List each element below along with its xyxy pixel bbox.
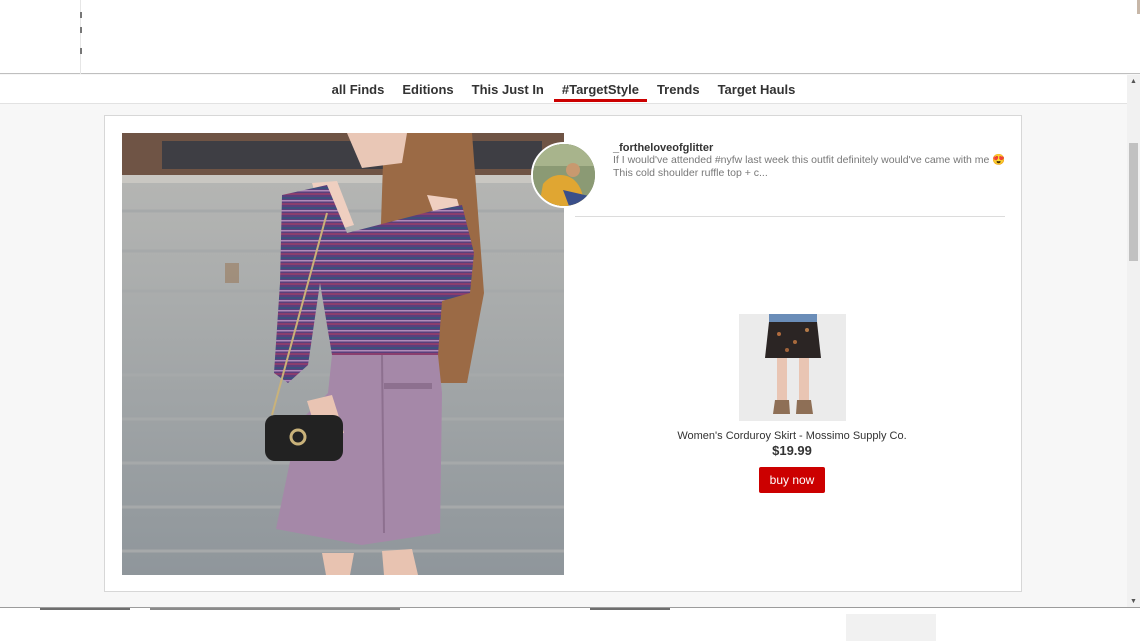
product-price: $19.99	[772, 443, 812, 458]
strip-line	[40, 608, 130, 610]
user-avatar[interactable]	[531, 142, 597, 208]
post-username[interactable]: _fortheloveofglitter	[613, 142, 713, 154]
tab-target-style[interactable]: #TargetStyle	[553, 75, 648, 103]
strip-panel	[846, 614, 936, 641]
tab-editions[interactable]: Editions	[394, 75, 461, 103]
header-tick-mark	[80, 27, 82, 33]
post-card: _fortheloveofglitter If I would've atten…	[104, 115, 1022, 592]
page-scrollbar[interactable]: ▲ ▼	[1127, 75, 1140, 608]
header-tick-mark	[80, 12, 82, 18]
scrollbar-thumb[interactable]	[1129, 143, 1138, 261]
tab-label: #TargetStyle	[561, 81, 639, 97]
product-image[interactable]	[738, 314, 846, 421]
tab-label: Editions	[402, 81, 454, 97]
outfit-photo-illustration	[122, 133, 564, 575]
product-tile: Women's Corduroy Skirt - Mossimo Supply …	[665, 314, 919, 493]
post-photo[interactable]	[122, 133, 564, 575]
buy-now-button[interactable]: buy now	[758, 467, 826, 493]
tab-all-finds[interactable]: all Finds	[324, 75, 393, 103]
tab-label: This Just In	[471, 81, 544, 97]
post-caption: If I would've attended #nyfw last week t…	[613, 154, 1006, 179]
skirt-product-image	[738, 314, 846, 421]
header-tick-mark	[80, 48, 82, 54]
scroll-up-arrow-icon[interactable]: ▲	[1127, 75, 1140, 88]
product-name[interactable]: Women's Corduroy Skirt - Mossimo Supply …	[665, 430, 919, 442]
avatar-image	[533, 144, 595, 206]
tab-label: Trends	[656, 81, 700, 97]
category-nav: all Finds Editions This Just In #TargetS…	[0, 75, 1127, 104]
strip-line	[590, 608, 670, 610]
tab-label: all Finds	[331, 81, 385, 97]
content-divider	[575, 216, 1005, 217]
strip-line	[150, 608, 400, 610]
tab-this-just-in[interactable]: This Just In	[464, 75, 552, 103]
bottom-strip	[0, 607, 1140, 641]
tab-trends[interactable]: Trends	[649, 75, 708, 103]
tab-target-hauls[interactable]: Target Hauls	[710, 75, 804, 103]
tab-label: Target Hauls	[717, 81, 796, 97]
top-header-band	[0, 0, 1140, 74]
